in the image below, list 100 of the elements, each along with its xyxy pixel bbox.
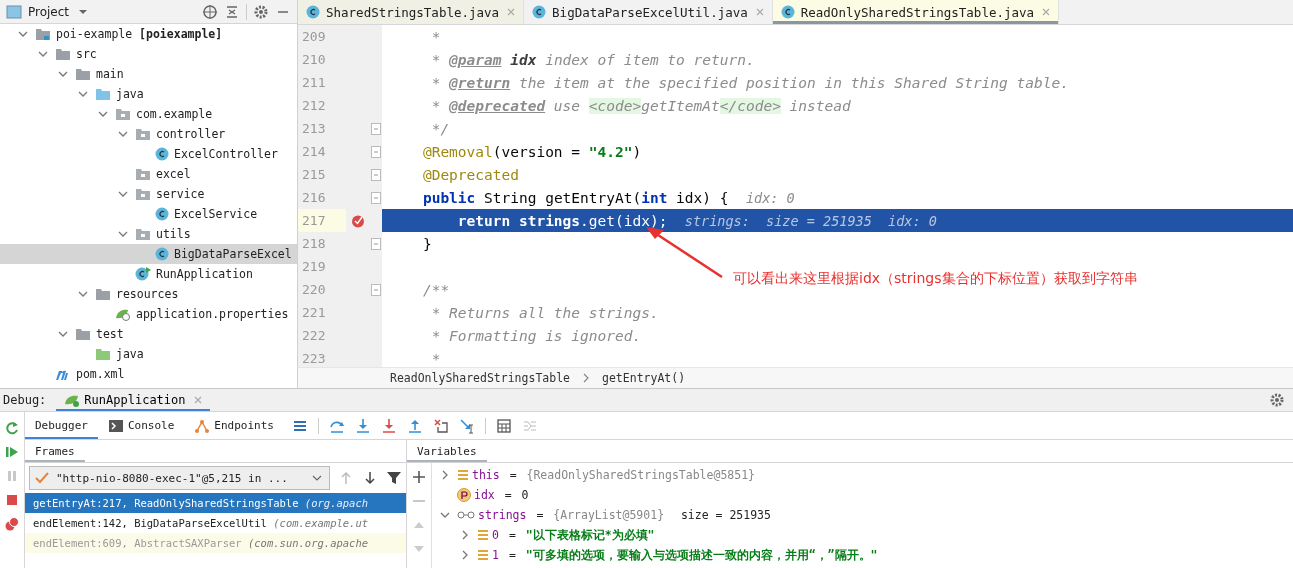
code-line: * Formatting is ignored. <box>430 326 642 346</box>
endpoints-icon <box>194 417 211 434</box>
settings-icon[interactable] <box>1269 392 1285 408</box>
code-line: public String getEntryAt(int idx) { idx: 0 <box>421 188 795 208</box>
line-number: 223 <box>301 350 327 367</box>
breakpoint-icon[interactable] <box>351 213 365 228</box>
class-icon <box>155 207 169 221</box>
glasses-icon <box>457 510 475 520</box>
close-icon[interactable] <box>1042 8 1051 16</box>
tree-item[interactable]: utils <box>0 224 297 244</box>
tree-item[interactable]: pom.xml <box>0 364 297 384</box>
line-number: 213 <box>301 120 327 138</box>
package-icon <box>135 187 151 201</box>
code-line: * <box>430 349 441 367</box>
drop-frame-icon[interactable] <box>432 417 449 434</box>
debugger-tab[interactable]: Endpoints <box>184 412 284 439</box>
panel-label: Debug: <box>3 393 47 407</box>
stack-frame[interactable]: endElement:142, BigDataParseExcelUtil (com.example.ut <box>25 513 406 533</box>
debugger-tab[interactable]: Console <box>98 412 185 439</box>
stack-frame[interactable]: endElement:609, AbstractSAXParser (com.sun.org.apache <box>25 533 406 553</box>
panel-tab[interactable]: Frames <box>25 445 85 462</box>
console-icon <box>108 417 124 434</box>
stack-frame[interactable]: getEntryAt:217, ReadOnlySharedStringsTable (org.apach <box>25 493 406 513</box>
resources-folder-icon <box>95 287 111 301</box>
step-out-icon[interactable] <box>406 417 423 434</box>
tree-item[interactable]: service <box>0 184 297 204</box>
thread-dropdown[interactable]: "http-nio-8080-exec-1"@5,215 in ... <box>29 466 330 490</box>
next-frame-icon[interactable] <box>362 470 378 486</box>
tree-item[interactable]: com.example <box>0 104 297 124</box>
resume-icon[interactable] <box>4 444 20 460</box>
parameter-icon <box>457 488 471 502</box>
tree-item[interactable]: poi-example [poiexample] <box>0 24 297 44</box>
settings-icon[interactable] <box>253 3 269 20</box>
class-icon <box>532 5 547 19</box>
field-icon <box>477 529 489 541</box>
breadcrumb[interactable]: ReadOnlySharedStringsTable <box>390 371 570 385</box>
package-icon <box>135 227 151 241</box>
step-into-icon[interactable] <box>354 417 371 434</box>
tree-item[interactable]: BigDataParseExcel <box>0 244 297 264</box>
tree-item[interactable]: controller <box>0 124 297 144</box>
field-icon <box>457 469 469 481</box>
breadcrumb[interactable]: getEntryAt() <box>602 371 686 385</box>
tree-item[interactable]: java <box>0 344 297 364</box>
evaluate-icon[interactable] <box>495 417 512 434</box>
file-tab[interactable]: ReadOnlySharedStringsTable.java <box>772 0 1060 24</box>
class-icon <box>155 147 169 161</box>
breakpoints-icon[interactable] <box>4 516 20 532</box>
variable-row[interactable]: 1 = "可多填的选项，要输入与选项描述一致的内容，并用“，”隔开。" <box>432 545 878 565</box>
module-folder-icon <box>35 27 51 41</box>
add-icon[interactable] <box>411 469 427 485</box>
tree-item[interactable]: ExcelService <box>0 204 297 224</box>
line-number: 217 <box>298 209 346 232</box>
class-icon <box>780 5 795 19</box>
file-tab[interactable]: SharedStringsTable.java <box>298 0 525 24</box>
code-line: * Returns all the strings. <box>430 303 659 323</box>
filter-icon[interactable] <box>386 470 402 486</box>
rerun-icon[interactable] <box>4 420 20 436</box>
variable-row[interactable]: 0 = "以下表格标记*为必填" <box>432 525 878 545</box>
tree-item[interactable]: excel <box>0 164 297 184</box>
package-icon <box>115 107 131 121</box>
spring-properties-icon <box>115 307 131 321</box>
tree-item[interactable]: java <box>0 84 297 104</box>
tree-item[interactable]: application.properties <box>0 304 297 324</box>
tree-item[interactable]: RunApplication <box>0 264 297 284</box>
debugger-tab[interactable]: Debugger <box>25 412 98 439</box>
line-number: 218 <box>301 235 327 253</box>
code-line: */ <box>430 119 450 139</box>
run-to-cursor-icon[interactable] <box>458 417 475 434</box>
code-line: } <box>421 234 432 254</box>
line-number: 212 <box>301 97 327 115</box>
line-number: 216 <box>301 189 327 207</box>
session-tab[interactable]: RunApplication <box>56 389 210 411</box>
tree-item[interactable]: ExcelController <box>0 144 297 164</box>
variable-row[interactable]: strings = {ArrayList@5901} size = 251935 <box>432 505 878 525</box>
line-number: 210 <box>301 51 327 69</box>
highlighted-code-line: return strings.get(idx); strings: size = 251935 idx: 0 <box>456 211 937 231</box>
line-number: 209 <box>301 28 327 46</box>
folder-icon <box>75 67 91 81</box>
variable-row[interactable]: this = {ReadOnlySharedStringsTable@5851} <box>432 465 878 485</box>
force-step-into-icon[interactable] <box>380 417 397 434</box>
tree-item[interactable]: src <box>0 44 297 64</box>
field-icon <box>477 549 489 561</box>
test-folder-icon <box>95 347 111 361</box>
panel-tab[interactable]: Variables <box>407 445 487 462</box>
collapse-all-icon[interactable] <box>224 3 240 20</box>
line-number: 214 <box>301 143 327 161</box>
stop-icon[interactable] <box>4 492 20 508</box>
tree-item[interactable]: main <box>0 64 297 84</box>
panel-title[interactable]: Project <box>28 4 70 19</box>
locate-icon[interactable] <box>202 3 218 20</box>
package-icon <box>135 127 151 141</box>
class-icon <box>155 247 169 261</box>
line-number: 215 <box>301 166 327 184</box>
tree-item[interactable]: resources <box>0 284 297 304</box>
code-line: * @deprecated use <code>getItemAt</code> instead <box>430 96 851 116</box>
annotation-text: 可以看出来这里根据idx（strings集合的下标位置）获取到字符串 <box>733 270 1138 288</box>
package-icon <box>135 167 151 181</box>
tree-item[interactable]: test <box>0 324 297 344</box>
code-line: /** <box>421 280 450 300</box>
variable-row[interactable]: idx = 0 <box>432 485 878 505</box>
